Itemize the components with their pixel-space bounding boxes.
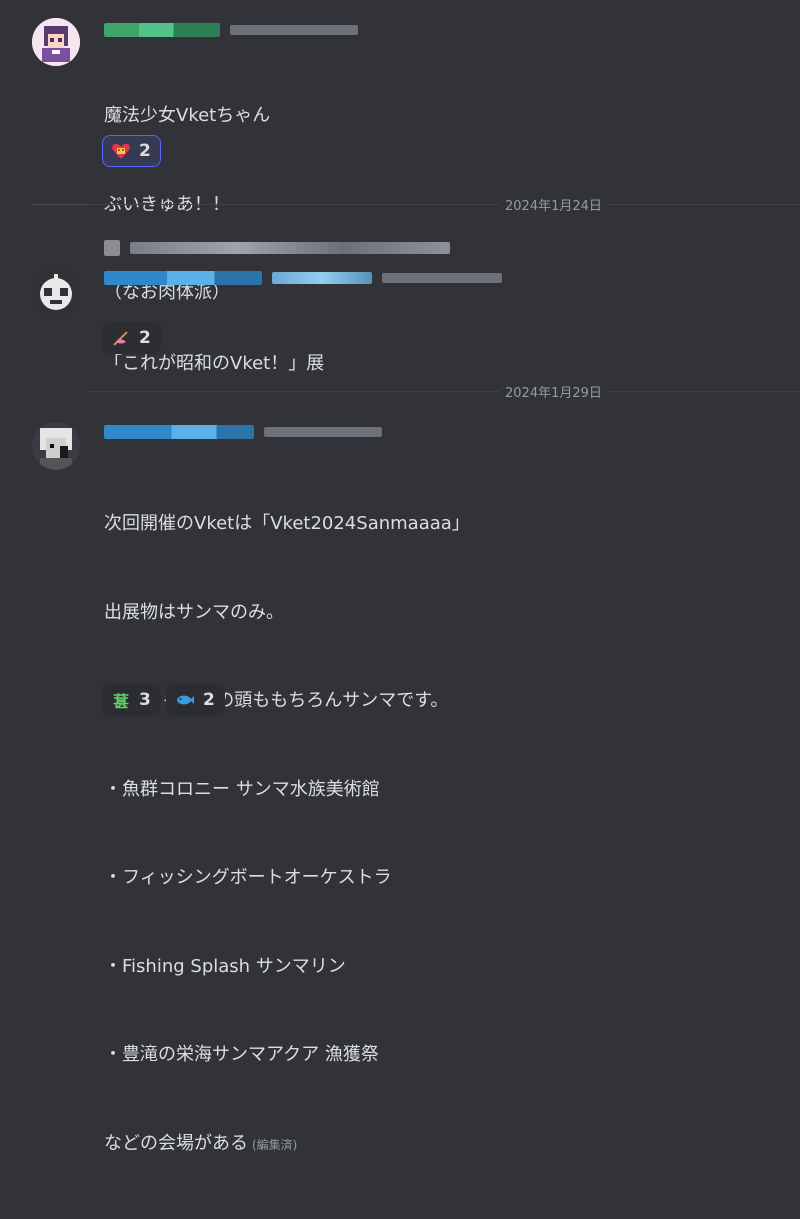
username-redacted[interactable] xyxy=(104,271,262,285)
edited-label: (編集済) xyxy=(252,1137,298,1152)
message-line: ・Fishing Splash サンマリン xyxy=(104,955,346,977)
message-line: 魔法少女Vketちゃん xyxy=(104,105,271,126)
reaction-fishing-rod[interactable]: 2 xyxy=(102,322,161,354)
reply-preview xyxy=(104,238,450,258)
message-line: などの会場がある xyxy=(104,1132,248,1154)
fishing-rod-emoji-icon xyxy=(111,328,131,348)
fish-emoji-icon xyxy=(175,690,195,710)
message-line-last: などの会場がある (編集済) xyxy=(104,1129,470,1161)
timestamp-redacted xyxy=(264,427,382,437)
reaction-count: 3 xyxy=(139,690,151,710)
date-divider-label: 2024年1月29日 xyxy=(499,382,608,401)
reaction-kanji[interactable]: 葚 3 xyxy=(102,684,161,716)
timestamp-redacted xyxy=(382,273,502,283)
reaction-count: 2 xyxy=(203,690,215,710)
reply-text-redacted[interactable] xyxy=(130,242,450,254)
fist-heart-emoji-icon xyxy=(111,141,131,161)
author-row xyxy=(104,20,358,40)
reaction-count: 2 xyxy=(139,328,151,348)
date-divider-accent xyxy=(32,204,88,205)
user-avatar[interactable] xyxy=(32,422,80,470)
author-row xyxy=(104,422,382,442)
timestamp-redacted xyxy=(230,25,358,35)
user-avatar[interactable] xyxy=(32,268,80,316)
message-text: 次回開催のVketは「Vket2024Sanmaaaa」 出展物はサンマのみ。 … xyxy=(104,450,470,1219)
reaction-fist-heart[interactable]: 2 xyxy=(102,135,161,167)
message-line: ・魚群コロニー サンマ水族美術館 xyxy=(104,778,380,800)
role-tags-redacted xyxy=(272,272,372,284)
reply-avatar-redacted xyxy=(104,240,120,256)
username-redacted[interactable] xyxy=(104,425,254,439)
reaction-count: 2 xyxy=(139,141,151,161)
reaction-fish[interactable]: 2 xyxy=(166,684,225,716)
date-divider-line xyxy=(32,204,800,205)
user-avatar[interactable] xyxy=(32,18,80,66)
date-divider-label: 2024年1月24日 xyxy=(499,195,608,214)
message-line: 次回開催のVketは「Vket2024Sanmaaaa」 xyxy=(104,513,470,534)
message-line: 出展物はサンマのみ。 xyxy=(104,601,284,623)
author-row xyxy=(104,268,502,288)
username-redacted[interactable] xyxy=(104,23,220,37)
date-divider-line xyxy=(88,391,800,392)
kanji-emoji-icon: 葚 xyxy=(112,692,129,711)
message-text: 「これが昭和のVket！」展 xyxy=(104,290,324,438)
message-line: ・フィッシングボートオーケストラ xyxy=(104,867,392,888)
message-line: ・豊滝の栄海サンマアクア 漁獲祭 xyxy=(104,1044,379,1065)
